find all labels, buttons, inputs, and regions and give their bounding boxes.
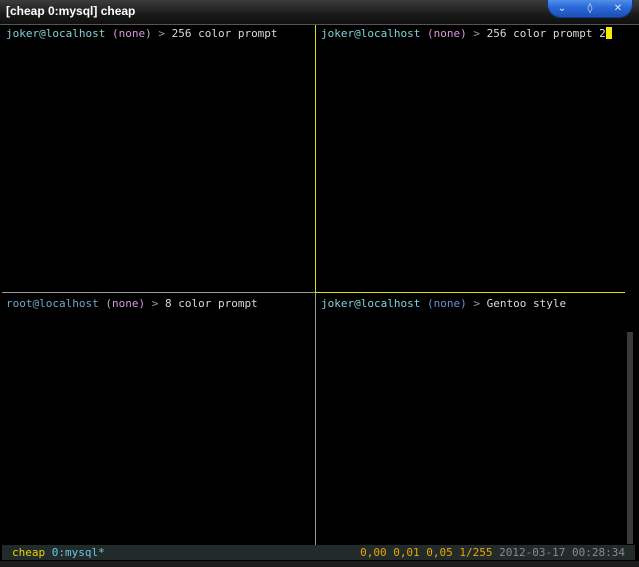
prompt-line: joker@localhost (none) > Gentoo style [321, 297, 566, 310]
session-name: cheap [12, 546, 46, 559]
prompt-user-host: root@localhost [6, 297, 99, 310]
prompt-user-host: joker@localhost [6, 27, 106, 40]
prompt-user-host: joker@localhost [321, 27, 421, 40]
prompt-command: 8 color prompt [164, 297, 258, 310]
prompt-line: root@localhost (none) > 8 color prompt [6, 297, 258, 310]
scrollbar[interactable] [625, 25, 635, 546]
minimize-icon[interactable]: ⌄ [554, 2, 570, 16]
pane-bottom-right[interactable]: joker@localhost (none) > Gentoo style [317, 295, 623, 545]
tmux-terminal[interactable]: joker@localhost (none) > 256 color promp… [2, 25, 635, 561]
status-right: 0,00 0,01 0,05 1/255 2012-03-17 00:28:34 [360, 545, 625, 560]
close-icon[interactable]: ✕ [610, 2, 626, 16]
window-tab-mysql[interactable]: 0:mysql* [52, 546, 105, 559]
prompt-tag: (none) [426, 297, 467, 310]
prompt-arrow: > [151, 297, 159, 310]
prompt-tag: (none) [111, 27, 152, 40]
status-datetime: 2012-03-17 00:28:34 [499, 546, 625, 559]
prompt-arrow: > [158, 27, 165, 40]
terminal-window: [cheap 0:mysql] cheap ⌄ ◊ ✕ joker@localh… [0, 0, 639, 567]
prompt-line: joker@localhost (none) > 256 color promp… [6, 27, 278, 40]
window-controls: ⌄ ◊ ✕ [547, 0, 633, 18]
window-title: [cheap 0:mysql] cheap [6, 4, 136, 18]
active-pane-border-horizontal[interactable] [315, 292, 625, 293]
prompt-user-host: joker@localhost [321, 297, 421, 310]
prompt-line: joker@localhost (none) > 256 color promp… [321, 27, 612, 40]
prompt-command: 256 color prompt 2 [486, 27, 606, 40]
prompt-command: 256 color prompt [171, 27, 278, 40]
pane-top-right[interactable]: joker@localhost (none) > 256 color promp… [317, 25, 623, 291]
horizontal-pane-divider-left[interactable] [2, 292, 315, 293]
prompt-tag: (none) [426, 27, 467, 40]
title-bar[interactable]: [cheap 0:mysql] cheap ⌄ ◊ ✕ [0, 0, 639, 25]
prompt-arrow: > [473, 297, 480, 310]
prompt-arrow: > [473, 27, 480, 40]
scrollbar-thumb[interactable] [627, 332, 633, 544]
status-left: cheap 0:mysql* [12, 545, 105, 560]
pane-top-left[interactable]: joker@localhost (none) > 256 color promp… [2, 25, 314, 291]
prompt-tag: (none) [105, 297, 146, 310]
pane-bottom-left[interactable]: root@localhost (none) > 8 color prompt [2, 295, 314, 545]
active-pane-border-vertical [315, 25, 316, 293]
terminal-cursor [605, 27, 612, 39]
window-bottom-border [0, 561, 639, 567]
tmux-status-bar: cheap 0:mysql* 0,00 0,01 0,05 1/255 2012… [2, 545, 635, 560]
load-average: 0,00 0,01 0,05 1/255 [360, 546, 493, 559]
maximize-icon[interactable]: ◊ [582, 2, 598, 16]
prompt-command: Gentoo style [486, 297, 567, 310]
